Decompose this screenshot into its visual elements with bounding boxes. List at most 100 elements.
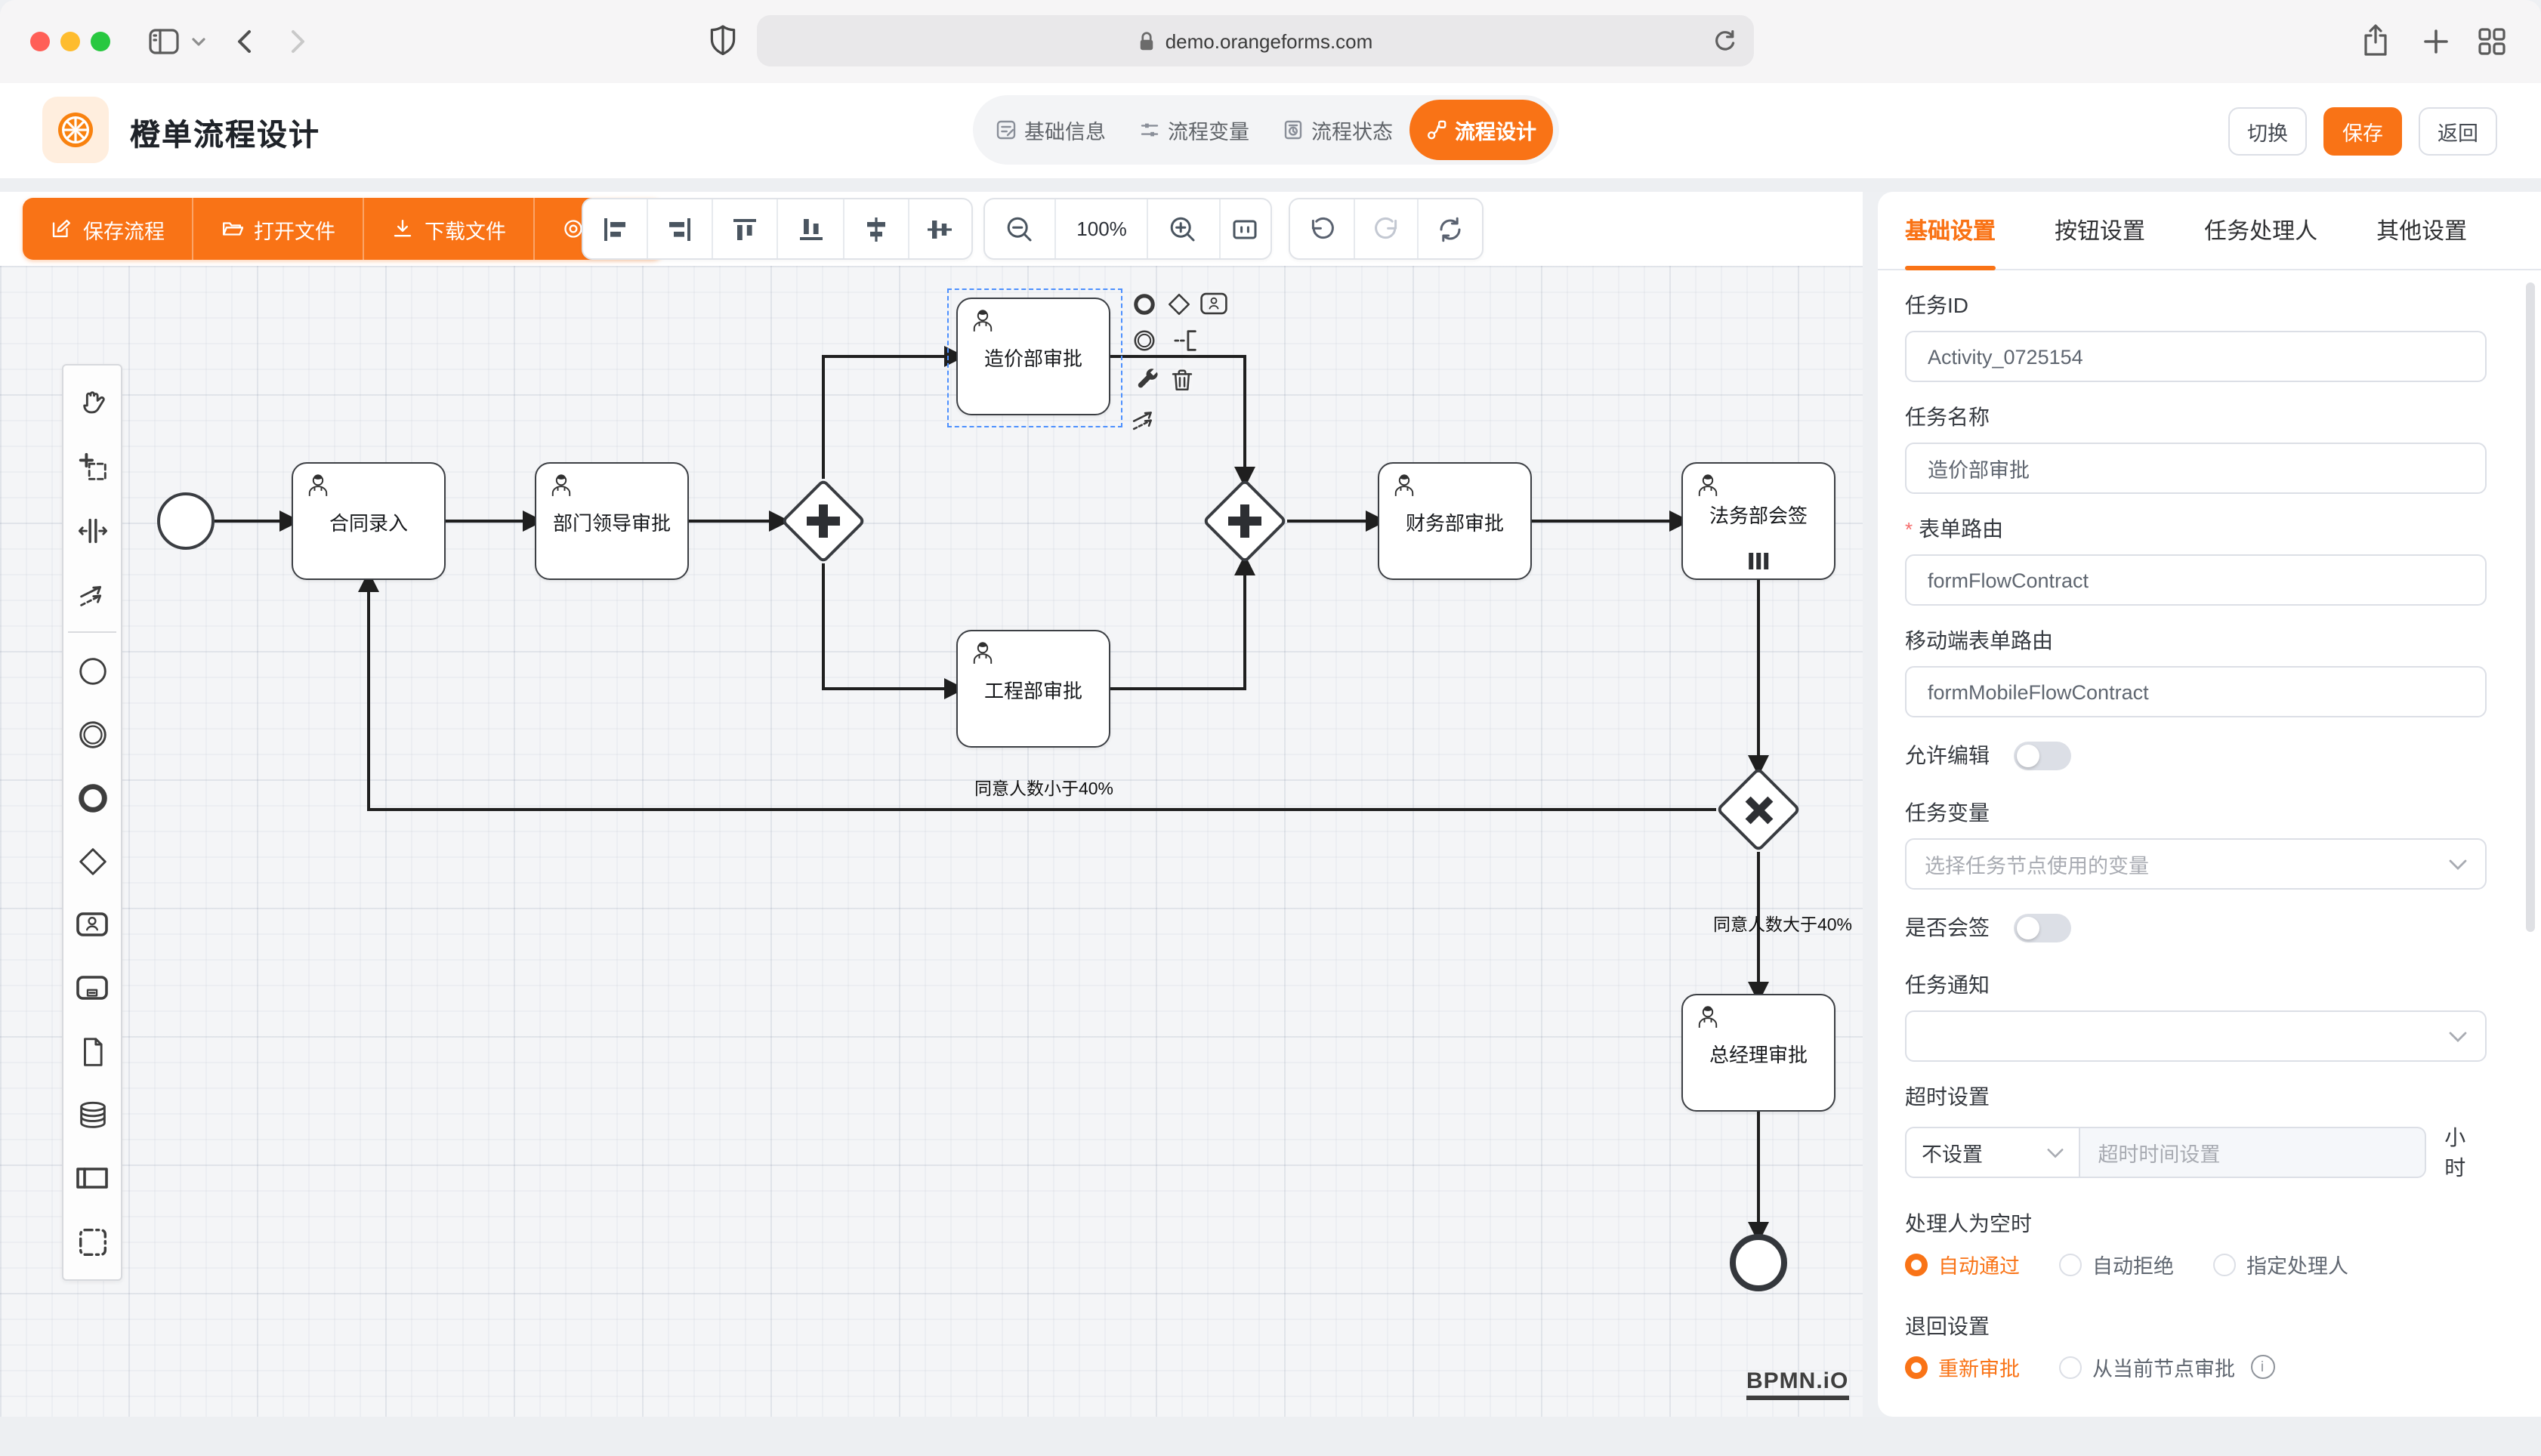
align-top-button[interactable] <box>714 199 779 258</box>
append-text-annotation-icon[interactable] <box>1171 325 1201 355</box>
task-id-label: 任务ID <box>1905 292 2487 319</box>
zoom-out-button[interactable] <box>985 199 1057 258</box>
connect-tool-icon[interactable] <box>1128 403 1159 433</box>
tab-basic-settings[interactable]: 基础设置 <box>1905 191 1996 270</box>
create-participant-icon[interactable] <box>63 1146 121 1210</box>
header-separator <box>0 178 2541 192</box>
tab-process-status[interactable]: 流程状态 <box>1266 100 1409 160</box>
save-button[interactable]: 保存 <box>2323 107 2402 156</box>
url-bar[interactable]: demo.orangeforms.com <box>757 15 1754 66</box>
space-tool-icon[interactable] <box>63 498 121 562</box>
append-user-task-icon[interactable] <box>1198 288 1228 319</box>
task-label: 财务部审批 <box>1406 507 1504 535</box>
variables-icon <box>1139 119 1160 140</box>
create-data-store-icon[interactable] <box>63 1083 121 1146</box>
chevron-down-icon[interactable] <box>192 38 205 47</box>
allow-edit-toggle[interactable] <box>2014 741 2071 770</box>
task-variable-select[interactable]: 选择任务节点使用的变量 <box>1905 838 2487 890</box>
mobile-form-route-input[interactable] <box>1905 666 2487 717</box>
redo-button[interactable] <box>1354 199 1419 258</box>
timeout-value-input[interactable]: 超时时间设置 <box>2079 1127 2426 1178</box>
task-notify-select[interactable] <box>1905 1010 2487 1062</box>
window-zoom-button[interactable] <box>91 32 110 51</box>
properties-panel: 基础设置 按钮设置 任务处理人 其他设置 任务ID 任务名称 *表单路由 移动端… <box>1878 192 2541 1417</box>
countersign-toggle[interactable] <box>2014 913 2071 942</box>
align-center-vertical-button[interactable] <box>909 199 971 258</box>
create-end-event-icon[interactable] <box>63 766 121 829</box>
chevron-down-icon <box>2449 1031 2467 1041</box>
privacy-shield-icon[interactable] <box>710 24 736 57</box>
sidebar-toggle-icon[interactable] <box>148 27 180 56</box>
bpmn-io-logo[interactable]: BPMN.iO <box>1746 1368 1848 1400</box>
lasso-tool-icon[interactable] <box>63 435 121 498</box>
panel-scrollbar[interactable] <box>2526 282 2535 932</box>
refresh-icon[interactable] <box>1713 29 1736 53</box>
new-tab-icon[interactable] <box>2423 29 2449 54</box>
timeout-mode-select[interactable]: 不设置 <box>1905 1127 2079 1178</box>
zoom-out-icon <box>1005 214 1035 244</box>
task-engineering-dept-approval[interactable]: 工程部审批 <box>956 630 1110 748</box>
create-group-icon[interactable] <box>63 1210 121 1273</box>
tab-button-settings[interactable]: 按钮设置 <box>2055 191 2145 270</box>
delete-trash-icon[interactable] <box>1166 364 1196 394</box>
append-intermediate-event-icon[interactable] <box>1128 325 1159 355</box>
global-connect-icon[interactable] <box>63 562 121 625</box>
tab-task-assignee[interactable]: 任务处理人 <box>2204 191 2317 270</box>
bpmn-canvas[interactable]: 合同录入 部门领导审批 造价部审批 工程部审批 财务部审批 法务部会签 总经理审… <box>0 266 1863 1417</box>
radio-from-current-node[interactable]: 从当前节点审批i <box>2059 1352 2274 1382</box>
task-name-input[interactable] <box>1905 443 2487 494</box>
hand-tool-icon[interactable] <box>63 372 121 435</box>
radio-auto-reject[interactable]: 自动拒绝 <box>2059 1249 2174 1279</box>
window-minimize-button[interactable] <box>60 32 80 51</box>
end-event[interactable] <box>1730 1234 1787 1291</box>
task-id-input[interactable] <box>1905 331 2487 382</box>
switch-button[interactable]: 切换 <box>2228 107 2307 156</box>
reset-icon <box>1435 214 1465 244</box>
task-finance-dept-approval[interactable]: 财务部审批 <box>1378 462 1532 580</box>
align-center-horizontal-button[interactable] <box>844 199 909 258</box>
start-event[interactable] <box>157 492 215 550</box>
change-type-wrench-icon[interactable] <box>1132 364 1162 394</box>
align-left-button[interactable] <box>583 199 648 258</box>
create-data-object-icon[interactable] <box>63 1020 121 1083</box>
tab-overview-icon[interactable] <box>2478 27 2506 56</box>
tab-process-design[interactable]: 流程设计 <box>1409 100 1553 160</box>
task-contract-entry[interactable]: 合同录入 <box>292 462 446 580</box>
tab-basic-info[interactable]: 基础信息 <box>979 100 1122 160</box>
save-flow-button[interactable]: 保存流程 <box>23 198 193 260</box>
task-dept-leader-approval[interactable]: 部门领导审批 <box>535 462 689 580</box>
share-icon[interactable] <box>2361 23 2390 59</box>
header-nav: 基础信息 流程变量 流程状态 流程设计 <box>973 95 1559 165</box>
tab-process-variables[interactable]: 流程变量 <box>1122 100 1266 160</box>
lock-icon <box>1138 29 1156 52</box>
back-button[interactable]: 返回 <box>2419 107 2497 156</box>
undo-button[interactable] <box>1290 199 1354 258</box>
radio-assign-handler[interactable]: 指定处理人 <box>2213 1249 2348 1279</box>
append-end-event-icon[interactable] <box>1128 288 1159 319</box>
forward-icon[interactable] <box>290 29 307 54</box>
download-file-button[interactable]: 下载文件 <box>364 198 535 260</box>
create-start-event-icon[interactable] <box>63 639 121 702</box>
align-bottom-button[interactable] <box>779 199 844 258</box>
status-doc-icon <box>1283 119 1304 140</box>
form-route-input[interactable] <box>1905 554 2487 606</box>
radio-auto-approve[interactable]: 自动通过 <box>1905 1249 2020 1279</box>
align-right-button[interactable] <box>648 199 713 258</box>
append-gateway-icon[interactable] <box>1163 288 1193 319</box>
create-intermediate-event-icon[interactable] <box>63 702 121 766</box>
task-general-manager-approval[interactable]: 总经理审批 <box>1681 994 1836 1112</box>
create-user-task-icon[interactable] <box>63 893 121 956</box>
create-gateway-icon[interactable] <box>63 829 121 893</box>
open-file-button[interactable]: 打开文件 <box>193 198 364 260</box>
back-icon[interactable] <box>236 29 252 54</box>
page-title: 橙单流程设计 <box>130 110 320 154</box>
create-subprocess-icon[interactable] <box>63 956 121 1020</box>
zoom-fit-button[interactable] <box>1220 199 1270 258</box>
window-close-button[interactable] <box>30 32 50 51</box>
radio-reapprove[interactable]: 重新审批 <box>1905 1352 2020 1382</box>
user-task-icon <box>1390 471 1419 500</box>
task-legal-dept-countersign[interactable]: 法务部会签 <box>1681 462 1836 580</box>
reset-button[interactable] <box>1419 199 1482 258</box>
tab-other-settings[interactable]: 其他设置 <box>2376 191 2467 270</box>
zoom-in-button[interactable] <box>1149 199 1221 258</box>
